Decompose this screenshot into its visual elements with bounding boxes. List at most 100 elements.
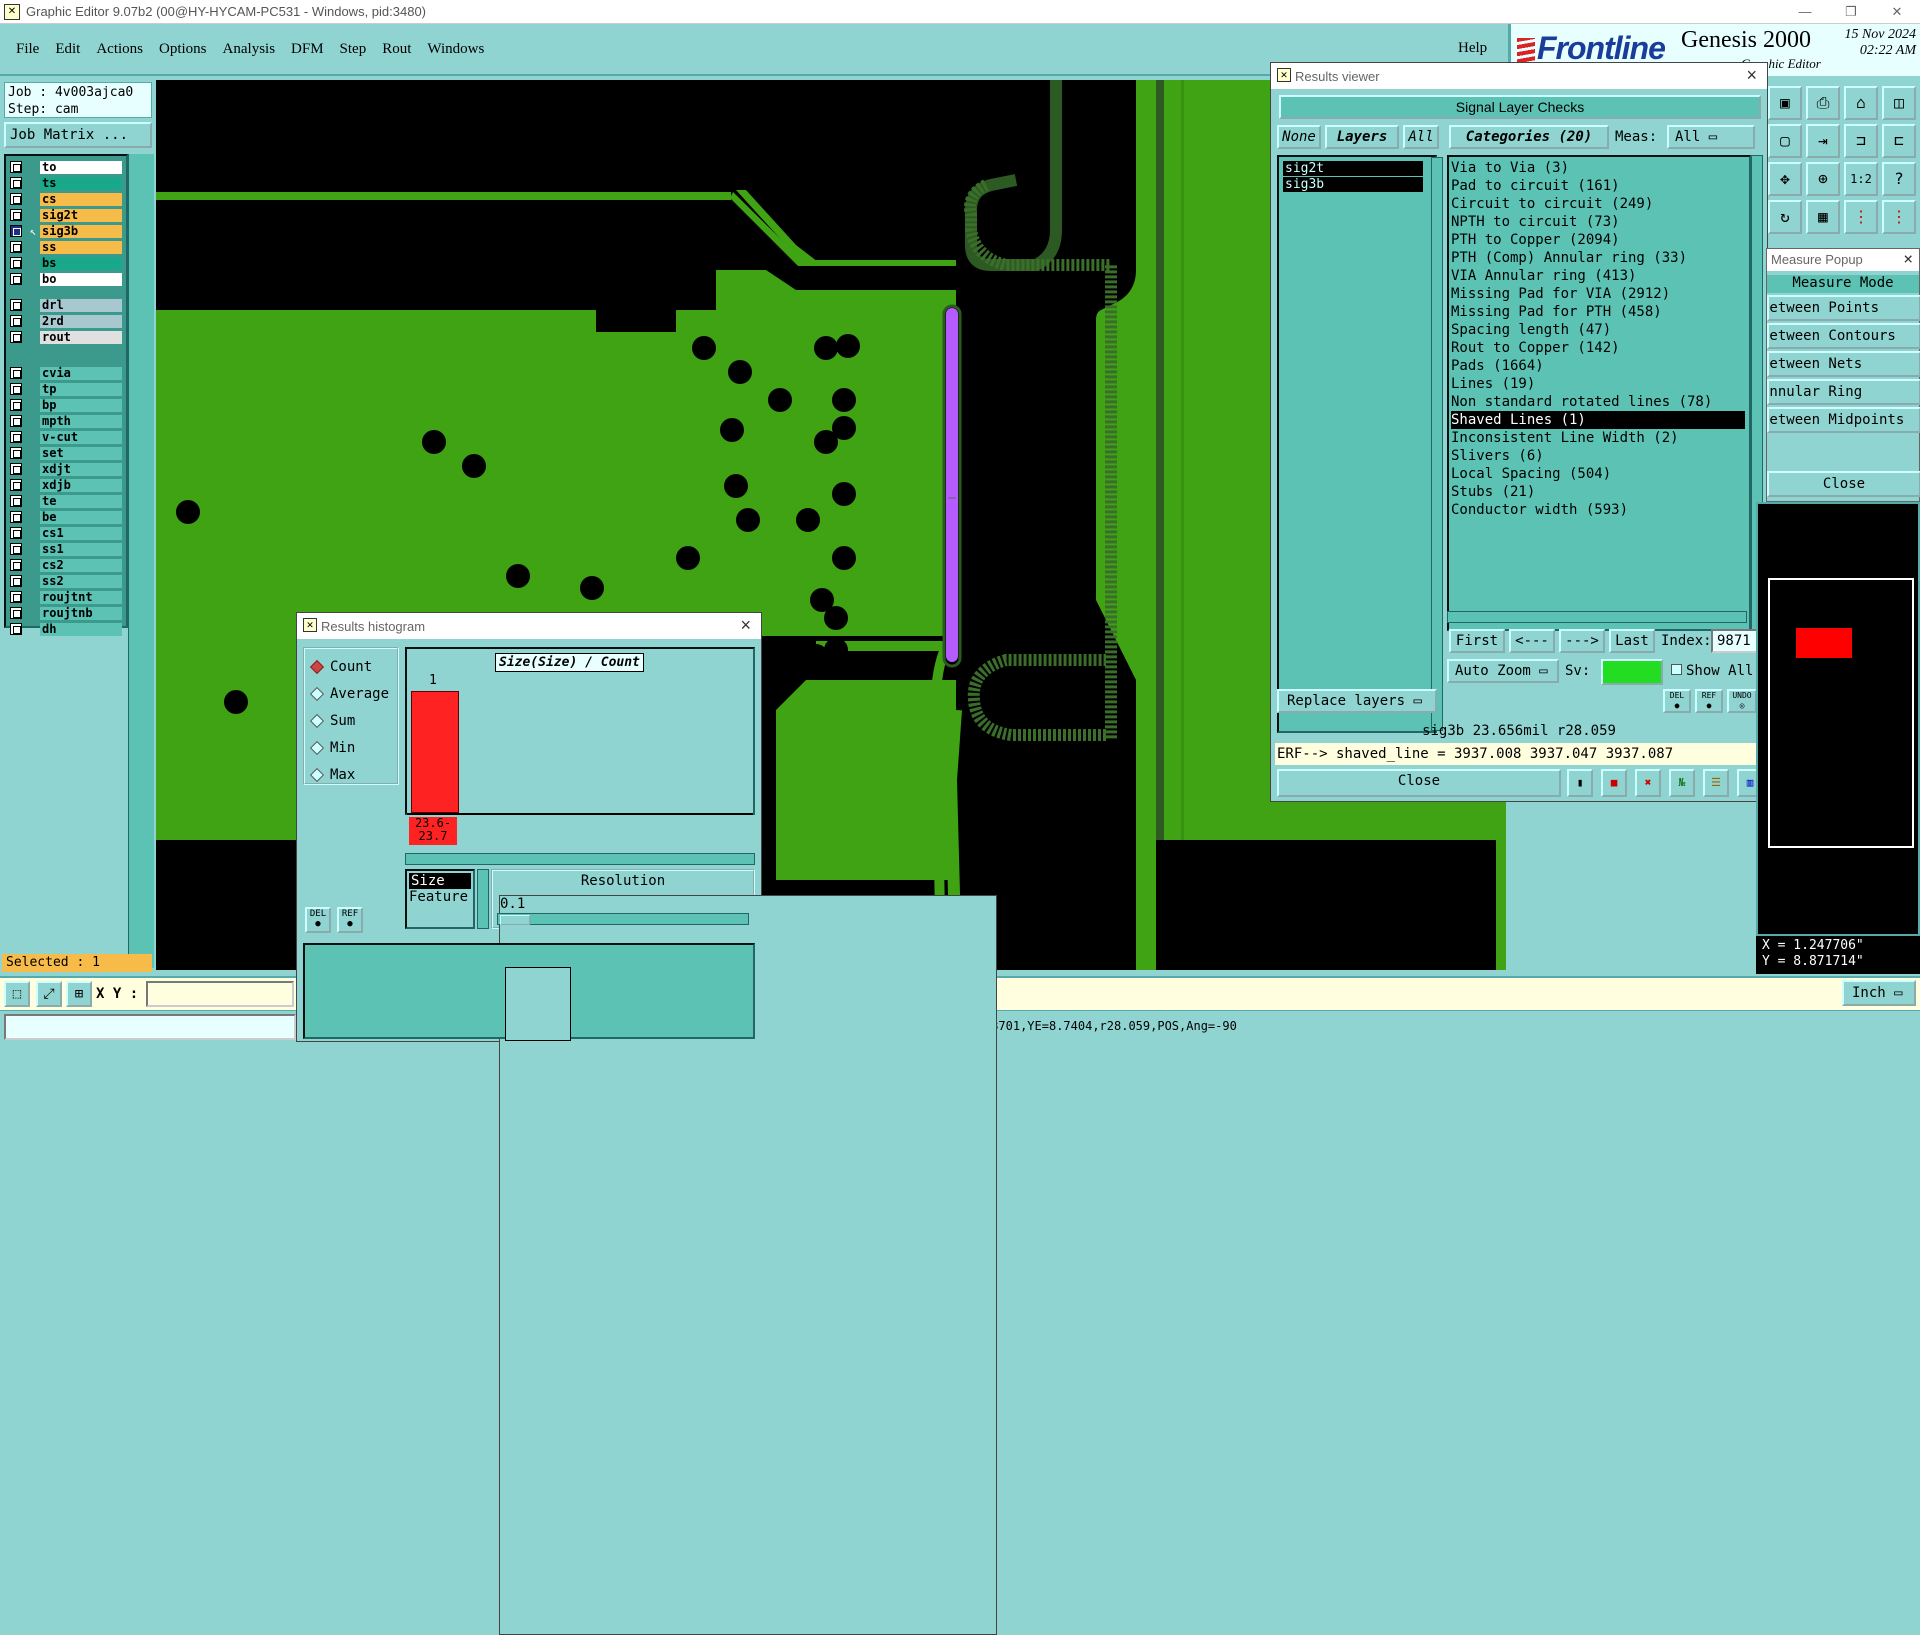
by-size[interactable]: Size [409, 873, 471, 889]
layer-name[interactable]: ss [40, 240, 122, 254]
pan-tool-icon[interactable]: ⤢ [36, 981, 62, 1007]
by-scrollbar[interactable] [477, 869, 489, 929]
layer-checkbox[interactable] [10, 607, 22, 619]
layer-name[interactable]: cs1 [40, 526, 122, 540]
mode-sum[interactable]: Sum [305, 707, 397, 734]
category-item[interactable]: Stubs (21) [1451, 483, 1535, 501]
layer-name[interactable]: cvia [40, 366, 122, 380]
layer-row-ss2[interactable]: ss2 [10, 574, 122, 588]
layer-name[interactable]: sig3b [40, 224, 122, 238]
categories-button[interactable]: Categories (20) [1449, 125, 1609, 149]
menu-windows[interactable]: Windows [427, 41, 484, 58]
layer-row-rout[interactable]: rout [10, 330, 122, 344]
menu-rout[interactable]: Rout [382, 41, 411, 58]
resolution-slider[interactable] [497, 913, 749, 925]
layer-name[interactable]: 2rd [40, 314, 122, 328]
layer-checkbox[interactable] [10, 511, 22, 523]
layer-name[interactable]: ss2 [40, 574, 122, 588]
layer-row-cs1[interactable]: cs1 [10, 526, 122, 540]
close-icon[interactable]: × [1903, 249, 1913, 268]
layer-row-set[interactable]: set [10, 446, 122, 460]
scale-icon[interactable]: 1:2 [1844, 162, 1878, 196]
sv-color-dropdown[interactable] [1601, 659, 1663, 685]
layer-row-te[interactable]: te [10, 494, 122, 508]
category-item[interactable]: Missing Pad for PTH (458) [1451, 303, 1662, 321]
mode-average[interactable]: Average [305, 680, 397, 707]
zoom-in-icon[interactable]: ▢ [1768, 124, 1802, 158]
menu-analysis[interactable]: Analysis [223, 41, 276, 58]
layer-name[interactable]: rout [40, 330, 122, 344]
between-points-button[interactable]: Between Points [1767, 295, 1920, 321]
histogram-bar[interactable] [411, 691, 459, 813]
report-icon[interactable]: ☰ [1703, 769, 1729, 797]
del-button[interactable]: DEL ● [1663, 689, 1691, 713]
layer-name[interactable]: sig2t [40, 208, 122, 222]
layer-checkbox[interactable] [10, 415, 22, 427]
layer-checkbox[interactable] [10, 315, 22, 327]
next-button[interactable]: ---> [1559, 629, 1605, 653]
layer-name[interactable]: to [40, 160, 122, 174]
layer-row-cs2[interactable]: cs2 [10, 558, 122, 572]
filter-icon[interactable]: ⋮ [1882, 200, 1916, 234]
layer-row-bp[interactable]: bp [10, 398, 122, 412]
zoom-area-icon[interactable]: ⊏ [1882, 124, 1916, 158]
category-item[interactable]: Missing Pad for VIA (2912) [1451, 285, 1670, 303]
categories-hscroll[interactable] [1447, 611, 1747, 623]
layer-checkbox[interactable] [10, 495, 22, 507]
maximize-button[interactable]: ❐ [1828, 0, 1874, 24]
annular-ring-button[interactable]: Annular Ring [1767, 379, 1920, 405]
mode-min[interactable]: Min [305, 734, 397, 761]
hist-ref-button[interactable]: REF ● [337, 907, 363, 933]
layer-checkbox[interactable] [10, 331, 22, 343]
layer-checkbox[interactable] [10, 559, 22, 571]
layers-button[interactable]: Layers [1325, 125, 1399, 149]
close-button[interactable]: Close [1277, 769, 1561, 797]
category-item[interactable]: Pads (1664) [1451, 357, 1544, 375]
layer-row-v-cut[interactable]: v-cut [10, 430, 122, 444]
first-button[interactable]: First [1449, 629, 1505, 653]
pan-icon[interactable]: ✥ [1768, 162, 1802, 196]
layer-row-bo[interactable]: bo [10, 272, 122, 286]
question-icon[interactable]: ? [1882, 162, 1916, 196]
layer-name[interactable]: bs [40, 256, 122, 270]
layers-scrollbar[interactable] [1431, 157, 1443, 731]
category-item[interactable]: Local Spacing (504) [1451, 465, 1611, 483]
between-contours-button[interactable]: Between Contours [1767, 323, 1920, 349]
grid-icon[interactable]: ▦ [1806, 200, 1840, 234]
layer-row-drl[interactable]: drl [10, 298, 122, 312]
menu-options[interactable]: Options [159, 41, 207, 58]
layer-checkbox[interactable] [10, 257, 22, 269]
menu-actions[interactable]: Actions [96, 41, 143, 58]
grid-tool-icon[interactable]: ⊞ [66, 981, 92, 1007]
unit-dropdown[interactable]: Inch ▭ [1842, 980, 1916, 1006]
category-item[interactable]: Circuit to circuit (249) [1451, 195, 1653, 213]
layer-checkbox[interactable] [10, 273, 22, 285]
layer-checkbox[interactable] [10, 431, 22, 443]
layer-checkbox[interactable] [10, 209, 22, 221]
ref-button[interactable]: REF ● [1695, 689, 1723, 713]
measure-close-button[interactable]: Close [1767, 471, 1920, 497]
layer-row-bs[interactable]: bs [10, 256, 122, 270]
layer-row-xdjb[interactable]: xdjb [10, 478, 122, 492]
all-button[interactable]: All [1403, 125, 1439, 149]
meas-dropdown[interactable]: All ▭ [1667, 125, 1755, 149]
by-feature[interactable]: Feature [409, 889, 471, 905]
layer-name[interactable]: cs [40, 192, 122, 206]
layer-name[interactable]: cs2 [40, 558, 122, 572]
histogram-scrollbar[interactable] [405, 853, 755, 865]
layer-row-ts[interactable]: ts [10, 176, 122, 190]
layer-row-sig2t[interactable]: sig2t [10, 208, 122, 222]
home-icon[interactable]: ⌂ [1844, 86, 1878, 120]
category-item[interactable]: Rout to Copper (142) [1451, 339, 1620, 357]
layer-checkbox[interactable] [10, 299, 22, 311]
clear-icon[interactable]: ✖ [1635, 769, 1661, 797]
xy-input[interactable] [146, 981, 294, 1007]
number-icon[interactable]: № [1669, 769, 1695, 797]
index-input[interactable]: 9871 [1711, 629, 1761, 653]
export-icon[interactable]: ⎙ [1806, 86, 1840, 120]
layer-name[interactable]: ts [40, 176, 122, 190]
result-layer-item[interactable]: sig3b [1283, 177, 1423, 192]
navigator-view[interactable] [1756, 502, 1920, 936]
menu-dfm[interactable]: DFM [291, 41, 324, 58]
layer-checkbox[interactable] [10, 383, 22, 395]
